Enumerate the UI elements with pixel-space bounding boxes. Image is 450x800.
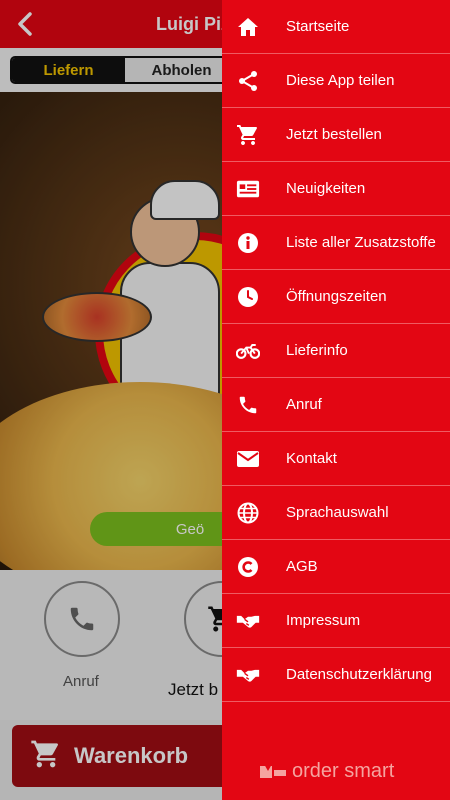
info-icon <box>236 231 260 255</box>
menu-item-label: Liste aller Zusatzstoffe <box>286 234 436 251</box>
menu-item-news[interactable]: Neuigkeiten <box>222 162 450 216</box>
copyright-icon <box>236 555 260 579</box>
menu-item-label: Jetzt bestellen <box>286 126 382 143</box>
menu-item-order[interactable]: Jetzt bestellen <box>222 108 450 162</box>
menu-item-label: Öffnungszeiten <box>286 288 387 305</box>
menu-item-label: Neuigkeiten <box>286 180 366 197</box>
menu-item-label: Kontakt <box>286 450 337 467</box>
menu-item-label: Sprachauswahl <box>286 504 389 521</box>
menu-item-label: Impressum <box>286 612 361 629</box>
order-smart-icon <box>260 763 286 778</box>
motorcycle-icon <box>236 339 260 363</box>
menu-item-startseite[interactable]: Startseite <box>222 0 450 54</box>
menu-item-label: Startseite <box>286 18 350 35</box>
menu-item-label: Datenschutzerklärung <box>286 666 432 683</box>
menu-item-label: Lieferinfo <box>286 342 348 359</box>
navigation-drawer: Startseite Diese App teilen Jetzt bestel… <box>222 0 450 800</box>
menu-item-label: Diese App teilen <box>286 72 395 89</box>
handshake-icon <box>236 609 260 633</box>
brand-name: order smart <box>292 760 395 782</box>
handshake-icon <box>236 663 260 687</box>
menu-item-opening-hours[interactable]: Öffnungszeiten <box>222 270 450 324</box>
menu-item-call[interactable]: Anruf <box>222 378 450 432</box>
share-icon <box>236 69 260 93</box>
phone-icon <box>236 393 260 417</box>
menu-item-contact[interactable]: Kontakt <box>222 432 450 486</box>
menu-item-label: AGB <box>286 558 318 575</box>
menu-item-privacy[interactable]: Datenschutzerklärung <box>222 648 450 702</box>
mail-icon <box>236 447 260 471</box>
globe-icon <box>236 501 260 525</box>
menu-item-share[interactable]: Diese App teilen <box>222 54 450 108</box>
newspaper-icon <box>236 177 260 201</box>
menu-item-delivery-info[interactable]: Lieferinfo <box>222 324 450 378</box>
menu-item-additives[interactable]: Liste aller Zusatzstoffe <box>222 216 450 270</box>
menu-item-language[interactable]: Sprachauswahl <box>222 486 450 540</box>
menu-item-imprint[interactable]: Impressum <box>222 594 450 648</box>
home-icon <box>236 15 260 39</box>
order-smart-logo: order smart <box>258 760 394 783</box>
menu-item-label: Anruf <box>286 396 322 413</box>
menu-item-agb[interactable]: AGB <box>222 540 450 594</box>
cart-icon <box>236 123 260 147</box>
clock-icon <box>236 285 260 309</box>
